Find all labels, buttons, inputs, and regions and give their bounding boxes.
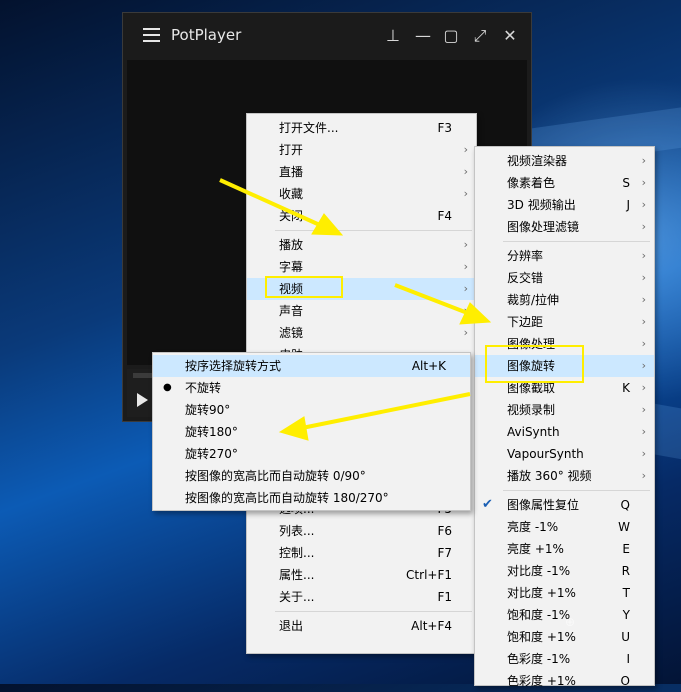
annotation-arrows: [219, 178, 492, 441]
arrow-line: [219, 178, 323, 228]
arrow-head: [459, 302, 492, 325]
watermark: ⊕: [565, 615, 576, 629]
arrow-line: [394, 283, 471, 316]
arrow-head: [278, 416, 309, 441]
arrow-line: [301, 392, 471, 430]
